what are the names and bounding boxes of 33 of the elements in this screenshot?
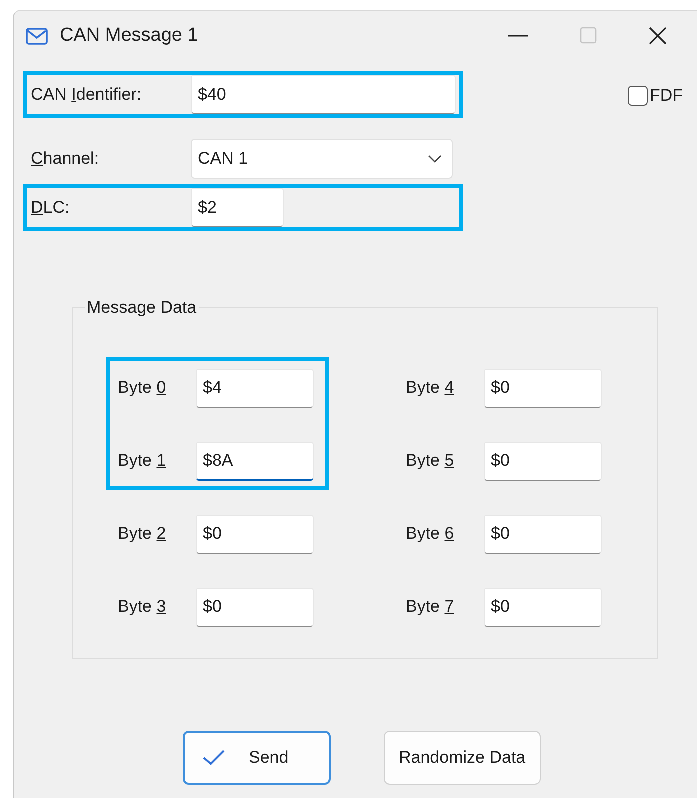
byte-label: Byte 3 bbox=[118, 596, 168, 618]
channel-dropdown[interactable]: CAN 1 bbox=[191, 138, 453, 178]
field-label: CAN Identifier: bbox=[30, 84, 143, 106]
byte-label: Byte 2 bbox=[118, 523, 168, 546]
field-label: Channel: bbox=[30, 148, 100, 170]
send-button[interactable]: Send bbox=[183, 731, 331, 785]
chevron-down-icon bbox=[428, 154, 442, 162]
input-field[interactable]: $40 bbox=[191, 75, 456, 114]
byte-label: Byte 1 bbox=[118, 450, 168, 472]
input-field[interactable]: $2 bbox=[191, 188, 284, 227]
byte-label: Byte 5 bbox=[406, 450, 456, 472]
input-field[interactable]: $0 bbox=[484, 514, 602, 554]
byte-label: Byte 6 bbox=[406, 523, 456, 546]
byte-label: Byte 4 bbox=[406, 377, 456, 400]
input-field[interactable]: $0 bbox=[484, 442, 602, 480]
input-field[interactable]: $0 bbox=[196, 514, 314, 554]
byte-label: Byte 0 bbox=[118, 377, 168, 400]
minimize-icon bbox=[508, 35, 528, 37]
input-field[interactable]: $8A bbox=[196, 442, 314, 480]
checkbox-label: FDF bbox=[650, 85, 683, 107]
maximize-icon bbox=[578, 26, 598, 46]
close-icon bbox=[648, 26, 668, 46]
mail-icon bbox=[26, 28, 48, 44]
fdf-checkbox[interactable] bbox=[628, 86, 648, 106]
randomize-button[interactable]: Randomize Data bbox=[384, 731, 541, 785]
window-title: CAN Message 1 bbox=[60, 24, 198, 48]
check-icon bbox=[203, 750, 225, 766]
input-field[interactable]: $0 bbox=[484, 588, 602, 626]
input-field[interactable]: $0 bbox=[196, 588, 314, 626]
byte-label: Byte 7 bbox=[406, 596, 456, 618]
field-label: DLC: bbox=[30, 196, 71, 219]
input-field[interactable]: $4 bbox=[196, 368, 314, 408]
input-field[interactable]: $0 bbox=[484, 368, 602, 408]
